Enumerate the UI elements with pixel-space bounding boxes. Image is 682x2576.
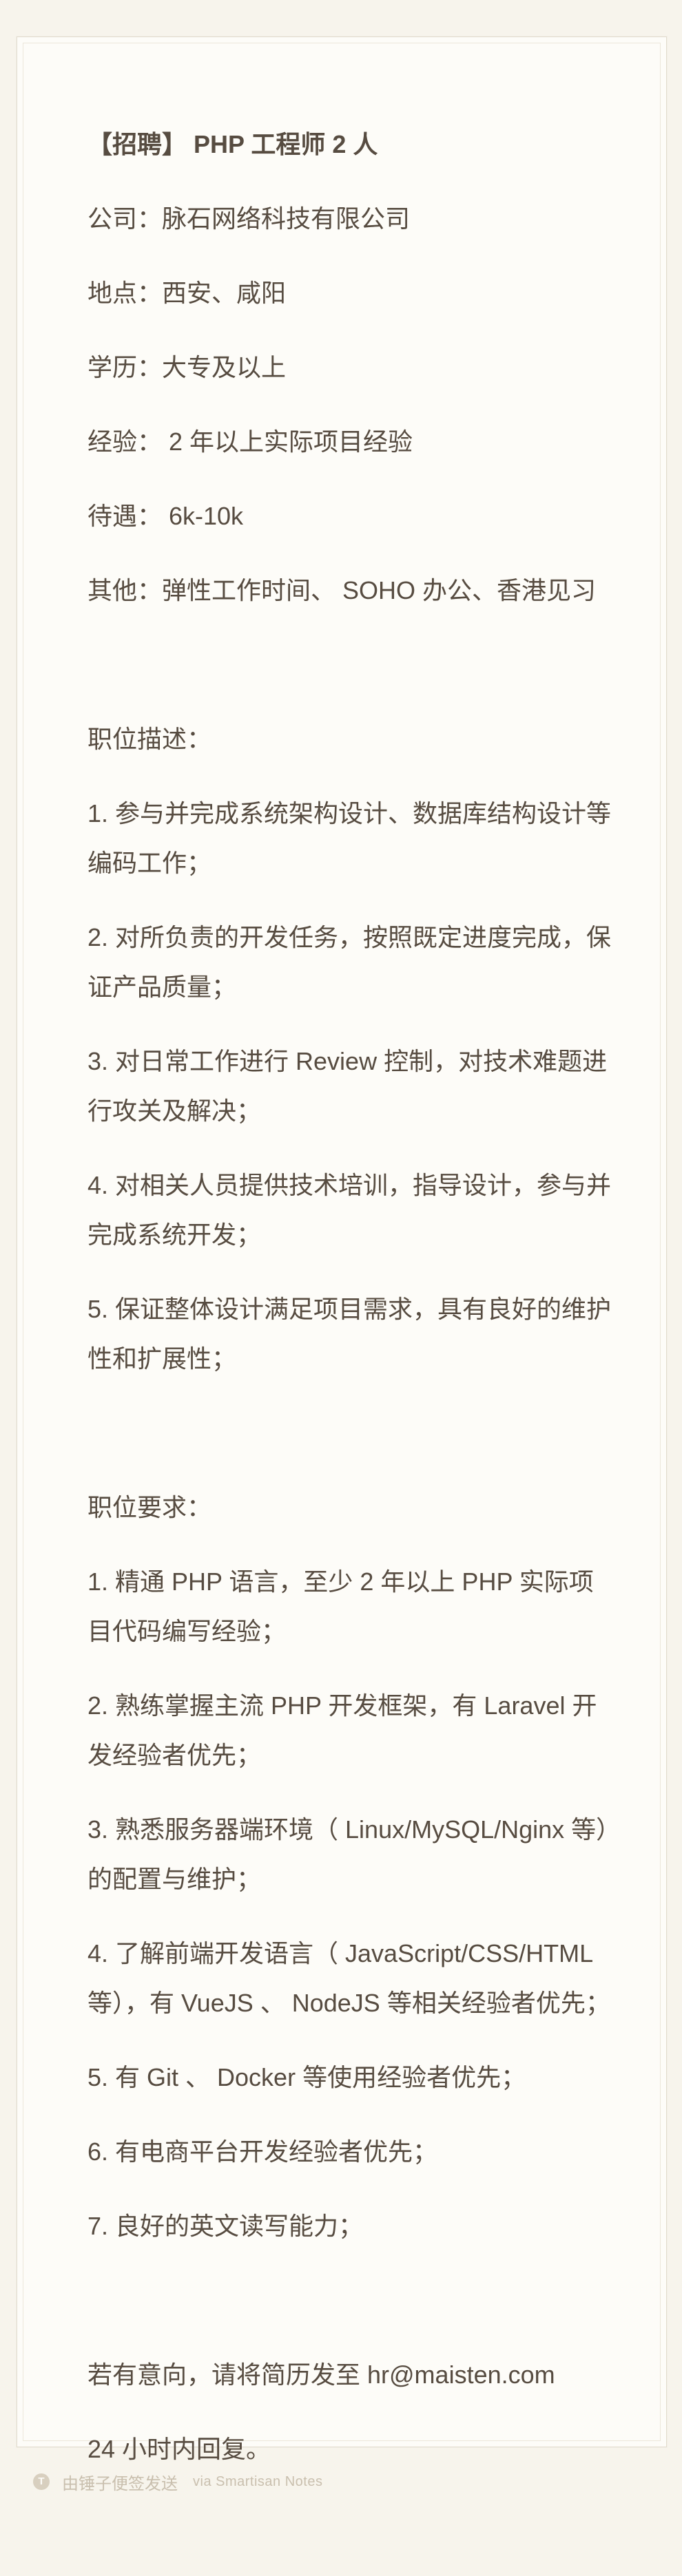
contact-email-line: 若有意向，请将简历发至 hr@maisten.com xyxy=(87,2361,555,2389)
description-item: 4. 对相关人员提供技术培训，指导设计，参与并完成系统开发； xyxy=(87,1171,612,1249)
requirement-item: 3. 熟悉服务器端环境（ Linux/MySQL/Nginx 等）的配置与维护； xyxy=(87,1815,609,1893)
info-company: 公司：脉石网络科技有限公司 xyxy=(87,204,411,233)
requirement-item: 5. 有 Git 、 Docker 等使用经验者优先； xyxy=(87,2063,526,2091)
description-heading: 职位描述： xyxy=(87,725,212,753)
contact-reply-line: 24 小时内回复。 xyxy=(87,2435,271,2463)
requirement-item: 2. 熟练掌握主流 PHP 开发框架，有 Laravel 开发经验者优先； xyxy=(87,1691,597,1769)
requirement-item: 1. 精通 PHP 语言，至少 2 年以上 PHP 实际项目代码编写经验； xyxy=(87,1567,594,1645)
info-location: 地点：西安、咸阳 xyxy=(87,279,287,307)
page: { "title": "【招聘】 PHP 工程师 2 人", "info": [… xyxy=(0,0,682,2576)
footer-text: 由锤子便签发送 xyxy=(62,2474,178,2493)
info-education: 学历：大专及以上 xyxy=(87,353,287,381)
smartisan-t-icon: T xyxy=(33,2473,50,2490)
note-paper: 【招聘】 PHP 工程师 2 人 公司：脉石网络科技有限公司 地点：西安、咸阳 … xyxy=(17,36,667,2463)
note-content: 【招聘】 PHP 工程师 2 人 公司：脉石网络科技有限公司 地点：西安、咸阳 … xyxy=(87,120,618,2499)
description-item: 5. 保证整体设计满足项目需求，具有良好的维护性和扩展性； xyxy=(87,1295,612,1373)
requirement-item: 7. 良好的英文读写能力； xyxy=(87,2212,364,2240)
requirement-item: 4. 了解前端开发语言（ JavaScript/CSS/HTML 等），有 Vu… xyxy=(87,1939,610,2017)
requirements-heading: 职位要求： xyxy=(87,1493,212,1521)
footer-via: via Smartisan Notes xyxy=(193,2473,323,2489)
info-other: 其他：弹性工作时间、 SOHO 办公、香港见习 xyxy=(87,576,597,604)
info-experience: 经验： 2 年以上实际项目经验 xyxy=(87,427,413,456)
description-item: 1. 参与并完成系统架构设计、数据库结构设计等编码工作； xyxy=(87,799,612,877)
description-item: 3. 对日常工作进行 Review 控制，对技术难题进行攻关及解决； xyxy=(87,1047,608,1125)
requirement-item: 6. 有电商平台开发经验者优先； xyxy=(87,2137,438,2166)
footer-signature: T 由锤子便签发送 via Smartisan Notes xyxy=(33,2468,322,2495)
info-salary: 待遇： 6k-10k xyxy=(87,502,244,530)
description-item: 2. 对所负责的开发任务，按照既定进度完成，保证产品质量； xyxy=(87,923,612,1001)
job-title: 【招聘】 PHP 工程师 2 人 xyxy=(87,130,378,158)
